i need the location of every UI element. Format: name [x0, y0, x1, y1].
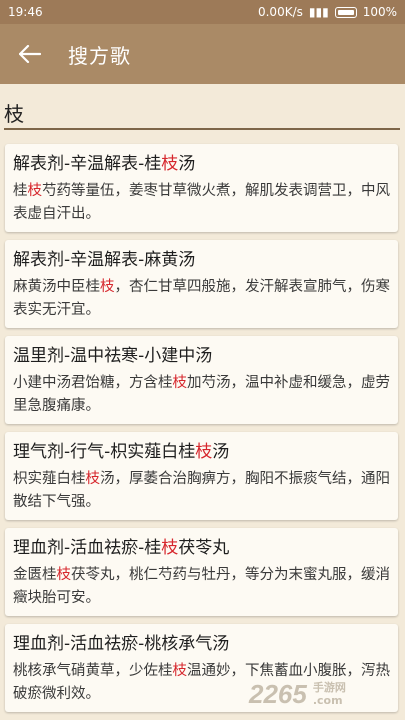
result-title: 理气剂-行气-枳实薤白桂枝汤 [13, 438, 390, 466]
highlighted-match: 枝 [85, 471, 101, 487]
highlighted-match: 枝 [100, 279, 115, 295]
title-text: 温里剂-温中祛寒-小建中汤 [13, 346, 213, 366]
result-title: 理血剂-活血祛瘀-桂枝茯苓丸 [13, 534, 390, 562]
battery-level: 100% [362, 5, 397, 19]
verse-text: 小建中汤君饴糖，方含桂 [13, 375, 173, 391]
result-list[interactable]: 解表剂-辛温解表-桂枝汤 桂枝芍药等量伍，姜枣甘草微火煮，解肌发表调营卫，中风表… [0, 140, 405, 720]
back-arrow-icon[interactable] [0, 24, 60, 84]
search-area [0, 84, 405, 136]
signal-icon: ▮▮▮ [308, 5, 329, 19]
verse-text: 麻黄汤中臣桂 [13, 279, 100, 295]
result-card[interactable]: 理血剂-活血祛瘀-桂枝茯苓丸 金匮桂枝茯苓丸，桃仁芍药与牡丹，等分为末蜜丸服，缓… [5, 528, 398, 616]
toolbar: 搜方歌 [0, 24, 405, 84]
highlighted-match: 枝 [172, 375, 188, 391]
result-verse: 麻黄汤中臣桂枝，杏仁甘草四般施，发汗解表宣肺气，伤寒表实无汗宜。 [13, 276, 390, 322]
verse-text: 桂 [13, 183, 28, 199]
watermark-site: 手游网 [312, 681, 346, 694]
highlighted-match: 枝 [161, 154, 179, 174]
title-text: 理血剂-活血祛瘀-桂 [13, 538, 162, 558]
result-verse: 小建中汤君饴糖，方含桂枝加芍汤，温中补虚和缓急，虚劳里急腹痛康。 [13, 372, 390, 418]
verse-text: 枳实薤白桂 [13, 471, 86, 487]
result-card[interactable]: 解表剂-辛温解表-桂枝汤 桂枝芍药等量伍，姜枣甘草微火煮，解肌发表调营卫，中风表… [5, 144, 398, 232]
title-text: 解表剂-辛温解表-桂 [13, 154, 162, 174]
watermark-text: 手游网 .com [313, 681, 346, 707]
result-title: 解表剂-辛温解表-麻黄汤 [13, 246, 390, 274]
highlighted-match: 枝 [161, 538, 179, 558]
highlighted-match: 枝 [195, 442, 213, 462]
status-right: 0.00K/s ▮▮▮ 100% [258, 5, 397, 19]
title-text: 茯苓丸 [178, 538, 230, 558]
highlighted-match: 枝 [27, 183, 43, 199]
result-title: 解表剂-辛温解表-桂枝汤 [13, 150, 390, 178]
result-title: 理血剂-活血祛瘀-桃核承气汤 [13, 630, 390, 658]
result-verse: 桂枝芍药等量伍，姜枣甘草微火煮，解肌发表调营卫，中风表虚自汗出。 [13, 180, 390, 226]
result-card[interactable]: 温里剂-温中祛寒-小建中汤 小建中汤君饴糖，方含桂枝加芍汤，温中补虚和缓急，虚劳… [5, 336, 398, 424]
result-verse: 金匮桂枝茯苓丸，桃仁芍药与牡丹，等分为末蜜丸服，缓消癥块胎可安。 [13, 564, 390, 610]
watermark-domain: .com [312, 694, 343, 707]
search-input[interactable] [4, 96, 400, 130]
status-bar: 19:46 0.00K/s ▮▮▮ 100% [0, 0, 405, 24]
verse-text: 金匮桂 [13, 567, 57, 583]
result-card[interactable]: 理气剂-行气-枳实薤白桂枝汤 枳实薤白桂枝汤，厚萎合治胸痹方，胸阳不振痰气结，通… [5, 432, 398, 520]
result-card[interactable]: 解表剂-辛温解表-麻黄汤 麻黄汤中臣桂枝，杏仁甘草四般施，发汗解表宣肺气，伤寒表… [5, 240, 398, 328]
title-text: 理气剂-行气-枳实薤白桂 [13, 442, 196, 462]
title-text: 汤 [178, 154, 196, 174]
watermark-logo: 2265 手游网 .com [249, 674, 399, 714]
title-text: 理血剂-活血祛瘀-桃核承气汤 [13, 634, 230, 654]
battery-icon [334, 6, 357, 18]
highlighted-match: 枝 [172, 663, 188, 679]
verse-text: 芍药等量伍，姜枣甘草微火煮，解肌发表调营卫，中风表虚自汗出。 [13, 183, 390, 222]
status-time: 19:46 [8, 5, 43, 19]
page-title: 搜方歌 [68, 43, 131, 68]
verse-text: 桃核承气硝黄草，少佐桂 [13, 663, 173, 679]
highlighted-match: 枝 [56, 567, 72, 583]
title-text: 解表剂-辛温解表-麻黄汤 [13, 250, 196, 270]
network-speed: 0.00K/s [257, 5, 303, 19]
result-verse: 枳实薤白桂枝汤，厚萎合治胸痹方，胸阳不振痰气结，通阳散结下气强。 [13, 468, 390, 514]
result-title: 温里剂-温中祛寒-小建中汤 [13, 342, 390, 370]
watermark-number: 2265 [249, 678, 307, 709]
title-text: 汤 [212, 442, 230, 462]
